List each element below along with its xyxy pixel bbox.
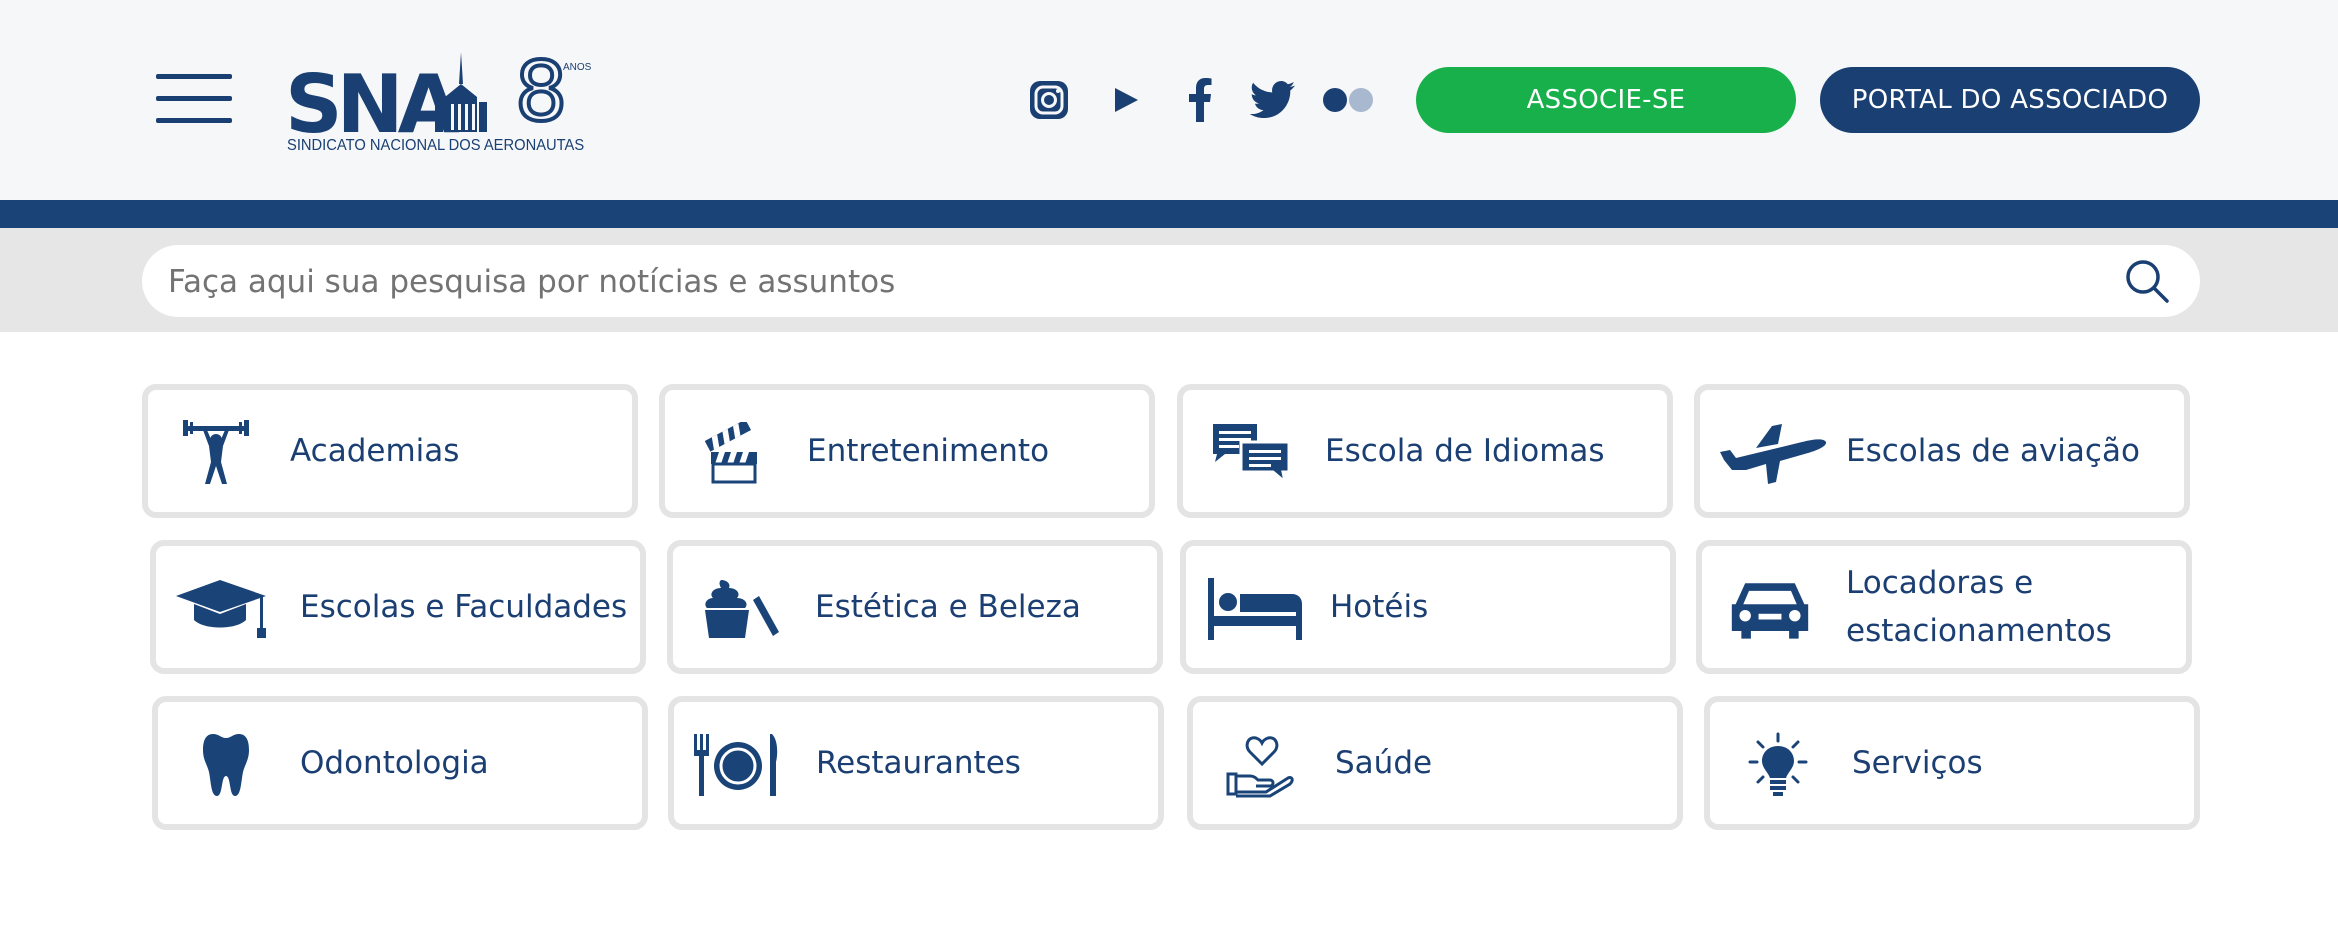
category-label: Estética e Beleza: [815, 589, 1081, 625]
category-label: Academias: [290, 433, 460, 469]
category-card-locadoras-e-estacionamentos[interactable]: Locadoras e estacionamentos: [1696, 540, 2192, 674]
logo-letters: SNA: [285, 58, 460, 142]
category-card-entretenimento[interactable]: Entretenimento: [659, 384, 1155, 518]
hamburger-menu-icon[interactable]: [156, 72, 232, 124]
category-label: Hotéis: [1330, 589, 1429, 625]
category-card-escola-de-idiomas[interactable]: Escola de Idiomas: [1177, 384, 1673, 518]
graduation-cap-icon: [174, 576, 274, 642]
category-label: Escolas e Faculdades: [300, 589, 628, 625]
menu-line: [156, 74, 232, 79]
youtube-play-icon[interactable]: [1106, 75, 1146, 125]
menu-line: [156, 118, 232, 123]
sna-logo-mark: SNA 8: [285, 43, 569, 142]
category-label: Locadoras e estacionamentos: [1846, 565, 2112, 649]
menu-line: [156, 96, 232, 101]
category-label: Restaurantes: [816, 745, 1021, 781]
category-label: Saúde: [1335, 745, 1433, 781]
category-card-estetica-e-beleza[interactable]: Estética e Beleza: [667, 540, 1163, 674]
search-icon[interactable]: [2124, 258, 2170, 304]
heart-hand-icon: [1219, 732, 1303, 798]
flickr-icon[interactable]: [1320, 75, 1376, 125]
airplane-icon: [1716, 420, 1828, 486]
category-label: Serviços: [1852, 745, 1983, 781]
category-card-servicos[interactable]: Serviços: [1704, 696, 2200, 830]
site-header: SNA 8 ANOS SINDICATO NACIONAL DOS AERONA…: [0, 0, 2338, 200]
search-input[interactable]: [166, 245, 2120, 319]
category-label: Odontologia: [300, 745, 489, 781]
chat-bubbles-icon: [1209, 420, 1293, 486]
lightbulb-icon: [1736, 732, 1820, 798]
cosmetics-icon: [699, 576, 783, 642]
tooth-icon: [184, 732, 268, 798]
category-card-saude[interactable]: Saúde: [1187, 696, 1683, 830]
category-label: Escolas de aviação: [1846, 433, 2140, 469]
logo-subtitle: SINDICATO NACIONAL DOS AERONAUTAS: [287, 137, 585, 154]
category-card-hoteis[interactable]: Hotéis: [1180, 540, 1676, 674]
category-card-odontologia[interactable]: Odontologia: [152, 696, 648, 830]
header-divider-bar: [0, 200, 2338, 228]
twitter-icon[interactable]: [1248, 75, 1298, 125]
bed-icon: [1206, 576, 1306, 642]
search-box: [142, 245, 2200, 319]
category-card-escolas-e-faculdades[interactable]: Escolas e Faculdades: [150, 540, 646, 674]
category-card-academias[interactable]: Academias: [142, 384, 638, 518]
category-label: Escola de Idiomas: [1325, 433, 1605, 469]
category-card-restaurantes[interactable]: Restaurantes: [668, 696, 1164, 830]
clapperboard-icon: [691, 420, 775, 486]
instagram-icon[interactable]: [1026, 75, 1072, 125]
category-label: Entretenimento: [807, 433, 1050, 469]
facebook-icon[interactable]: [1180, 75, 1220, 125]
logo-eighty: 8: [515, 45, 567, 140]
car-icon: [1728, 576, 1812, 642]
category-card-escolas-de-aviacao[interactable]: Escolas de aviação: [1694, 384, 2190, 518]
plate-cutlery-icon: [692, 732, 782, 798]
weightlifter-icon: [174, 420, 258, 486]
logo-anos: ANOS: [563, 62, 592, 73]
associe-se-button[interactable]: ASSOCIE-SE: [1416, 67, 1796, 133]
portal-do-associado-button[interactable]: PORTAL DO ASSOCIADO: [1820, 67, 2200, 133]
sna-logo[interactable]: SNA 8 ANOS SINDICATO NACIONAL DOS AERONA…: [285, 42, 600, 162]
